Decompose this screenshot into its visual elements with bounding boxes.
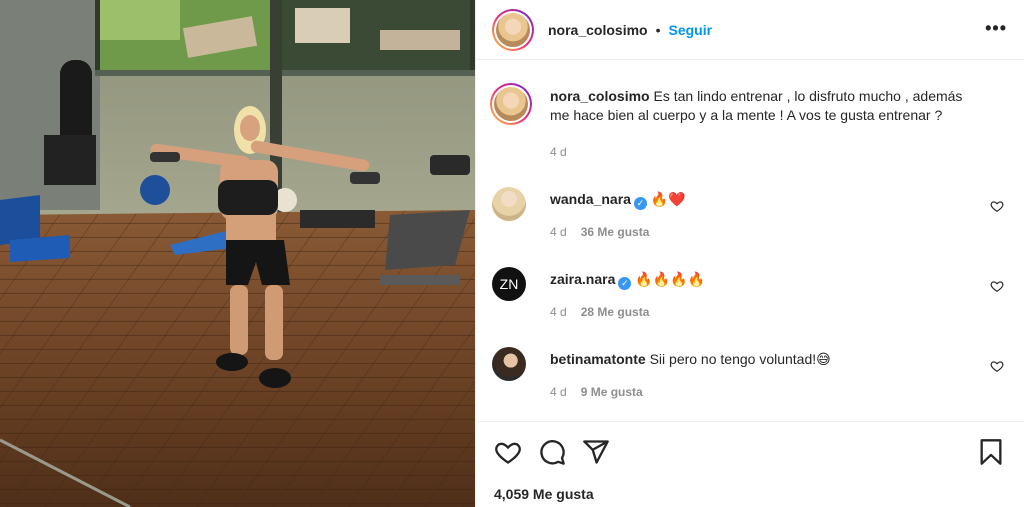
commenter-avatar[interactable] bbox=[492, 187, 526, 221]
author-avatar[interactable] bbox=[492, 8, 534, 51]
comments-section: nora_colosimo Es tan lindo entrenar , lo… bbox=[476, 61, 1024, 421]
caption-text-block: nora_colosimo Es tan lindo entrenar , lo… bbox=[550, 87, 980, 125]
caption-username[interactable]: nora_colosimo bbox=[550, 88, 650, 104]
author-avatar-image bbox=[496, 12, 530, 47]
comment-time[interactable]: 4 d bbox=[550, 385, 567, 399]
caption-time[interactable]: 4 d bbox=[550, 145, 567, 159]
post-actions: 4,059 Me gusta bbox=[476, 421, 1024, 507]
like-heart-icon[interactable] bbox=[494, 438, 522, 466]
comment-like-heart-icon[interactable] bbox=[990, 359, 1004, 373]
comment-like-heart-icon[interactable] bbox=[990, 199, 1004, 213]
follow-button[interactable]: Seguir bbox=[669, 22, 713, 38]
commenter-avatar-initials: ZN bbox=[499, 276, 519, 292]
caption-row: nora_colosimo Es tan lindo entrenar , lo… bbox=[490, 83, 1012, 187]
comment-text: Sii pero no tengo voluntad!😅 bbox=[649, 351, 831, 367]
avatar-ring-inner bbox=[494, 10, 532, 49]
commenter-avatar[interactable]: ZN bbox=[492, 267, 526, 301]
post-photo[interactable] bbox=[0, 0, 475, 507]
gym-photo-illustration bbox=[0, 0, 475, 507]
comment-row: ZN zaira.nara ✓ 🔥🔥🔥🔥 4 d 28 Me gusta bbox=[492, 267, 1012, 327]
comment-username[interactable]: betinamatonte bbox=[550, 351, 646, 367]
caption-avatar[interactable] bbox=[490, 83, 532, 125]
comment-like-heart-icon[interactable] bbox=[990, 279, 1004, 293]
instagram-post: nora_colosimo • Seguir ••• nora_colosimo… bbox=[0, 0, 1024, 507]
more-options-icon[interactable]: ••• bbox=[985, 18, 1007, 39]
bookmark-save-icon[interactable] bbox=[977, 438, 1005, 466]
verified-badge-icon: ✓ bbox=[618, 277, 632, 290]
comment-text: 🔥🔥🔥🔥 bbox=[635, 271, 705, 287]
comment-likes[interactable]: 28 Me gusta bbox=[581, 305, 650, 319]
verified-badge-icon: ✓ bbox=[633, 197, 647, 210]
likes-count[interactable]: 4,059 Me gusta bbox=[494, 486, 594, 502]
comment-time[interactable]: 4 d bbox=[550, 305, 567, 319]
comment-text-block: betinamatonte Sii pero no tengo voluntad… bbox=[550, 350, 980, 369]
share-send-icon[interactable] bbox=[582, 438, 610, 466]
comment-time[interactable]: 4 d bbox=[550, 225, 567, 239]
comment-likes[interactable]: 9 Me gusta bbox=[581, 385, 643, 399]
comment-meta: 4 d 36 Me gusta bbox=[550, 225, 649, 239]
header-separator: • bbox=[655, 21, 661, 38]
comment-text: 🔥❤️ bbox=[650, 191, 686, 207]
post-header: nora_colosimo • Seguir ••• bbox=[476, 0, 1024, 60]
comment-row: betinamatonte Sii pero no tengo voluntad… bbox=[492, 347, 1012, 407]
comment-likes[interactable]: 36 Me gusta bbox=[581, 225, 650, 239]
caption-meta: 4 d bbox=[550, 145, 567, 159]
comment-username[interactable]: zaira.nara bbox=[550, 271, 615, 287]
comment-text-block: zaira.nara ✓ 🔥🔥🔥🔥 bbox=[550, 270, 980, 290]
author-username[interactable]: nora_colosimo bbox=[548, 22, 648, 38]
post-sidebar: nora_colosimo • Seguir ••• nora_colosimo… bbox=[475, 0, 1024, 507]
comment-text-block: wanda_nara ✓ 🔥❤️ bbox=[550, 190, 980, 210]
comment-username[interactable]: wanda_nara bbox=[550, 191, 631, 207]
comment-bubble-icon[interactable] bbox=[538, 438, 566, 466]
comment-meta: 4 d 9 Me gusta bbox=[550, 385, 643, 399]
comment-row: wanda_nara ✓ 🔥❤️ 4 d 36 Me gusta bbox=[492, 187, 1012, 247]
commenter-avatar[interactable] bbox=[492, 347, 526, 381]
comment-meta: 4 d 28 Me gusta bbox=[550, 305, 649, 319]
